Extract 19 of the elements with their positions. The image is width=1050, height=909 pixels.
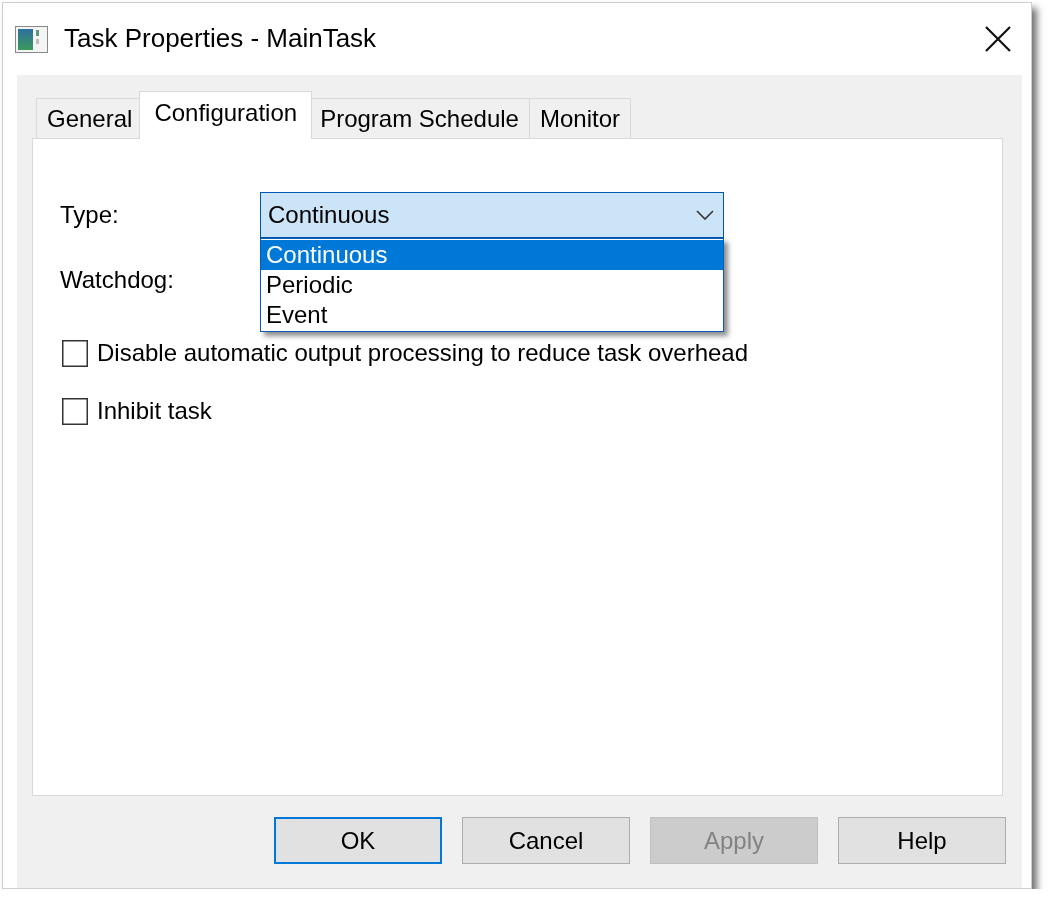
dropdown-option[interactable]: Periodic bbox=[261, 270, 723, 300]
dropdown-option[interactable]: Continuous bbox=[261, 240, 723, 270]
dialog-button[interactable]: OK bbox=[274, 817, 442, 864]
checkbox-label: Disable automatic output processing to reduce task overhead bbox=[97, 339, 749, 368]
watchdog-label: Watchdog: bbox=[60, 265, 175, 295]
checkbox[interactable] bbox=[62, 339, 88, 367]
window-icon bbox=[15, 25, 48, 53]
type-label: Type: bbox=[60, 200, 120, 230]
type-dropdown[interactable]: Continuous bbox=[260, 192, 724, 238]
chevron-down-icon bbox=[696, 210, 714, 220]
dialog-button[interactable]: Cancel bbox=[462, 817, 630, 864]
dialog-button[interactable]: Help bbox=[838, 817, 1006, 864]
tab[interactable]: Configuration bbox=[139, 91, 313, 139]
tab[interactable]: Monitor bbox=[528, 98, 631, 138]
close-icon[interactable] bbox=[985, 26, 1011, 52]
checkbox-label: Inhibit task bbox=[97, 396, 212, 426]
window-title: Task Properties - MainTask bbox=[64, 23, 378, 55]
checkbox[interactable] bbox=[62, 397, 88, 425]
dropdown-option[interactable]: Event bbox=[261, 300, 723, 330]
